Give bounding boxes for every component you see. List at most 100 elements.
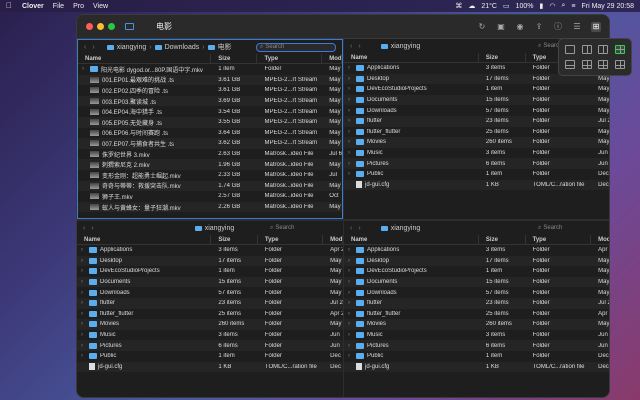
table-row[interactable]: › Pictures 6 items Folder Jun	[344, 158, 609, 169]
table-row[interactable]: › flutter 23 items Folder Jul 2	[77, 297, 343, 309]
breadcrumb-item[interactable]: xiangying	[391, 43, 421, 50]
disclosure-chevron-icon[interactable]: ›	[81, 300, 86, 306]
disclosure-chevron-icon[interactable]: ›	[348, 258, 353, 264]
layout-two-rows-icon[interactable]	[564, 60, 575, 70]
column-modified[interactable]: Modif	[323, 235, 343, 244]
battery-icon[interactable]: ▮	[539, 2, 543, 10]
column-type[interactable]: Type	[257, 54, 323, 63]
wifi-icon[interactable]: ◠	[549, 2, 555, 10]
disclosure-chevron-icon[interactable]: ›	[348, 321, 353, 327]
disclosure-chevron-icon[interactable]: ›	[81, 279, 86, 285]
disclosure-chevron-icon[interactable]: ›	[348, 171, 353, 177]
table-row[interactable]: › Downloads 57 items Folder May	[344, 105, 609, 116]
column-modified[interactable]: Modif	[322, 54, 342, 63]
menu-view[interactable]: View	[93, 3, 108, 10]
table-row[interactable]: 005.EP05.无处藏身 .ts 3.55 GB MPEG-2...rt Stre…	[78, 116, 342, 128]
table-row[interactable]: 006.EP06.与时间赛跑 .ts 3.64 GB MPEG-2...rt Str…	[78, 128, 342, 139]
disclosure-chevron-icon[interactable]: ›	[348, 118, 353, 124]
column-size[interactable]: Size	[211, 54, 258, 63]
disclosure-chevron-icon[interactable]: ›	[348, 150, 353, 156]
table-row[interactable]: 变形金刚：超能勇士崛起.mkv 2.33 GB Matrosk...ideo Fil…	[78, 170, 342, 181]
column-type[interactable]: Type	[258, 235, 324, 244]
forward-icon[interactable]: ›	[358, 43, 360, 50]
table-row[interactable]: › Applications 3 items Folder Apr 2	[344, 245, 609, 256]
search-field[interactable]: ⌕ Search	[256, 42, 336, 52]
breadcrumb-item[interactable]: xiangying	[205, 225, 235, 232]
disclosure-chevron-icon[interactable]: ›	[81, 321, 86, 327]
table-row[interactable]: › Music 3 items Folder Jun	[344, 330, 609, 341]
breadcrumb-item[interactable]: 电影	[218, 42, 232, 52]
table-row[interactable]: › Public 1 item Folder Dec	[344, 351, 609, 362]
disclosure-chevron-icon[interactable]: ›	[348, 279, 353, 285]
close-button[interactable]	[86, 23, 93, 30]
table-row[interactable]: 刺猬索尼克 2.mkv 1.96 GB Matrosk...ideo File May	[78, 159, 342, 170]
table-row[interactable]: 001.EP01.最艰难的挑战 .ts 3.61 GB MPEG-2...rt St…	[78, 74, 342, 86]
terminal-icon[interactable]: ▣	[496, 22, 506, 32]
table-row[interactable]: 002.EP02.四季的冒险 .ts 3.61 GB MPEG-2...rt Str…	[78, 85, 342, 96]
layout-four-grid-icon[interactable]	[615, 44, 626, 54]
breadcrumb-item[interactable]: xiangying	[117, 44, 147, 51]
search-field[interactable]: ⌕ Search	[267, 224, 337, 233]
minimize-button[interactable]	[97, 23, 104, 30]
table-row[interactable]: › Documents 15 items Folder May	[344, 276, 609, 288]
back-icon[interactable]: ‹	[350, 43, 352, 50]
table-row[interactable]: › Desktop 17 items Folder May	[77, 255, 343, 267]
disclosure-chevron-icon[interactable]: ›	[348, 139, 353, 145]
column-size[interactable]: Size	[479, 53, 526, 62]
disclosure-chevron-icon[interactable]: ›	[348, 268, 353, 274]
table-row[interactable]: › flutter 23 items Folder Jul 2	[344, 115, 609, 127]
info-icon[interactable]: ⓘ	[553, 22, 563, 32]
disclosure-chevron-icon[interactable]: ›	[348, 311, 353, 317]
table-row[interactable]: › Public 1 item Folder Dec	[344, 169, 609, 180]
table-row[interactable]: › flutter_flutter 25 items Folder Apr 2	[77, 309, 343, 320]
table-row[interactable]: › flutter_flutter 25 items Folder Apr 2	[344, 309, 609, 320]
column-name[interactable]: Name	[344, 235, 479, 244]
disclosure-chevron-icon[interactable]: ›	[348, 353, 353, 359]
table-row[interactable]: jd-gui.cfg 1 KB TOML/C...ration file Dec	[344, 179, 609, 191]
table-row[interactable]: jd-gui.cfg 1 KB TOML/C...ration file Dec	[77, 361, 343, 373]
forward-icon[interactable]: ›	[91, 225, 93, 232]
table-row[interactable]: › flutter_flutter 25 items Folder May	[344, 127, 609, 138]
column-type[interactable]: Type	[526, 235, 592, 244]
airdrop-icon[interactable]: ◉	[515, 22, 525, 32]
disclosure-chevron-icon[interactable]: ›	[81, 290, 86, 296]
table-row[interactable]: 004.EP04.海中猎手 .ts 3.54 GB MPEG-2...rt Stre…	[78, 106, 342, 117]
disclosure-chevron-icon[interactable]: ›	[348, 108, 353, 114]
table-row[interactable]: › Movies 260 items Folder May	[344, 319, 609, 330]
search-icon[interactable]: ⌕	[561, 2, 565, 10]
table-row[interactable]: 007.EP07.与捕食者共生 .ts 3.62 GB MPEG-2...rt St…	[78, 138, 342, 149]
table-row[interactable]: › Public 1 item Folder Dec	[77, 351, 343, 362]
menu-pro[interactable]: Pro	[73, 3, 84, 10]
table-row[interactable]: 狮子王.mkv 2.57 GB Matrosk...ideo File Oct	[78, 191, 342, 202]
disclosure-chevron-icon[interactable]: ›	[81, 353, 86, 359]
table-row[interactable]: › Downloads 57 items Folder May	[77, 287, 343, 298]
disclosure-chevron-icon[interactable]: ›	[81, 343, 86, 349]
disclosure-chevron-icon[interactable]: ›	[348, 76, 353, 82]
disclosure-chevron-icon[interactable]: ›	[348, 300, 353, 306]
layout-two-columns-icon[interactable]	[581, 44, 592, 54]
column-size[interactable]: Size	[479, 235, 526, 244]
layout-single-icon[interactable]	[564, 44, 575, 54]
list-view-icon[interactable]: ☰	[572, 22, 582, 32]
pane-divider-horizontal[interactable]	[77, 219, 609, 221]
breadcrumb-item[interactable]: Downloads	[165, 44, 200, 51]
disclosure-chevron-icon[interactable]: ›	[348, 343, 353, 349]
battery-percent[interactable]: 100%	[516, 3, 534, 10]
layout-right-split-icon[interactable]	[598, 60, 609, 70]
back-icon[interactable]: ‹	[84, 44, 86, 51]
refresh-icon[interactable]: ↻	[477, 22, 487, 32]
table-row[interactable]: 奇奇与蒂蒂：救援突击队.mkv 1.74 GB Matrosk...ideo Fil…	[78, 180, 342, 192]
disclosure-chevron-icon[interactable]: ›	[348, 247, 353, 253]
table-row[interactable]: › Music 3 items Folder Jun	[344, 148, 609, 159]
layout-left-split-icon[interactable]	[581, 60, 592, 70]
disclosure-chevron-icon[interactable]: ›	[81, 247, 86, 253]
table-row[interactable]: jd-gui.cfg 1 KB TOML/C...ration file Dec	[344, 361, 609, 373]
table-row[interactable]: › Pictures 6 items Folder Jun	[344, 340, 609, 351]
table-row[interactable]: › Movies 260 items Folder May	[77, 319, 343, 330]
disclosure-chevron-icon[interactable]: ›	[81, 332, 86, 338]
table-row[interactable]: › Music 3 items Folder Jun	[77, 330, 343, 341]
cmd-icon[interactable]: ⌘	[455, 2, 462, 10]
forward-icon[interactable]: ›	[358, 225, 360, 232]
column-name[interactable]: Name	[77, 235, 212, 244]
table-row[interactable]: 侏罗纪世界 3.mkv 2.63 GB Matrosk...ideo File Jul…	[78, 149, 342, 160]
